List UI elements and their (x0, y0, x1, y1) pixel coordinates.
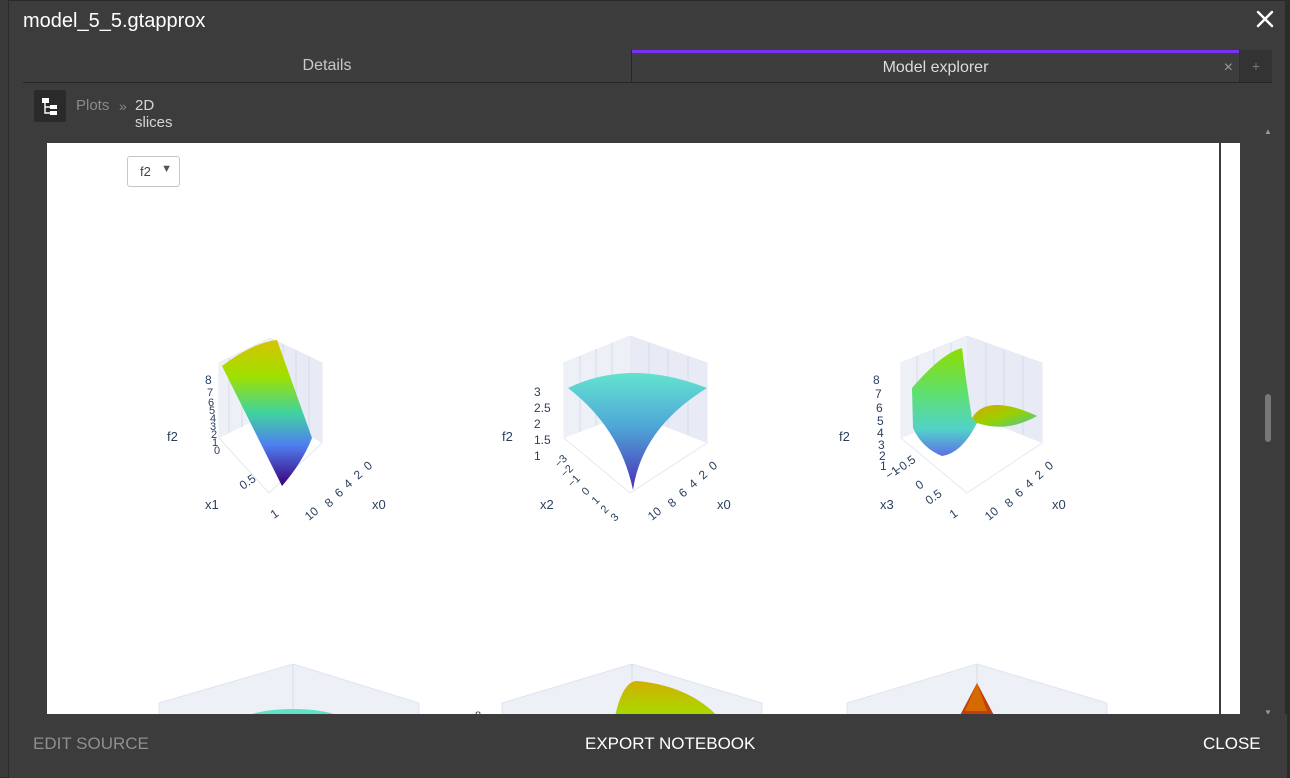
p1-xtick: 10 (302, 504, 321, 524)
p3-ytick: 1 (947, 506, 961, 521)
close-icon[interactable] (1253, 7, 1277, 31)
p1-ylabel: x1 (205, 497, 219, 512)
plot-area: f2 ▼ 8 7 6 5 4 3 2 1 0 f2 x1 0.5 1 10 8 … (47, 143, 1219, 714)
tab-model-explorer[interactable]: Model explorer × (632, 50, 1239, 82)
scroll-up-icon[interactable]: ▲ (1264, 127, 1272, 136)
p1-xtick: 4 (341, 476, 355, 491)
p3-xtick: 6 (1012, 485, 1026, 500)
p2-ytick: 0 (580, 485, 593, 498)
p2-ylabel: x2 (540, 497, 554, 512)
p3-ylabel: x3 (880, 497, 894, 512)
vertical-scrollbar[interactable]: ▲ ▼ (1264, 127, 1274, 717)
p2-ztick: 3 (534, 385, 541, 399)
p3-ytick: 0 (913, 477, 927, 492)
surface-plot-3[interactable]: 8 7 6 5 4 3 2 1 f2 x3 −1 −0.5 0 0.5 1 10… (837, 328, 1097, 528)
p1-xtick: 6 (332, 485, 346, 500)
p1-ztick: 8 (205, 373, 212, 387)
p1-xtick: 0 (361, 458, 375, 473)
dropdown-arrow-icon: ▼ (161, 163, 172, 175)
tab-bar: Details Model explorer × + (23, 50, 1272, 83)
p3-xtick: 0 (1042, 458, 1056, 473)
surface-plot-2[interactable]: 3 2.5 2 1.5 1 f2 x2 −3 −2 −1 0 1 2 3 10 … (492, 328, 752, 528)
p2-xtick: 4 (686, 476, 700, 491)
p2-xtick: 2 (696, 467, 710, 482)
output-selector[interactable]: f2 ▼ (127, 156, 180, 187)
surface-plot-1[interactable]: 8 7 6 5 4 3 2 1 0 f2 x1 0.5 1 10 8 6 4 2… (147, 328, 407, 528)
p2-ztick: 2.5 (534, 401, 551, 415)
p2-xtick: 10 (645, 504, 664, 524)
p3-ztick: 8 (873, 373, 880, 387)
dialog-footer: EDIT SOURCE EXPORT NOTEBOOK CLOSE (9, 714, 1287, 778)
tab-close-icon[interactable]: × (1224, 53, 1233, 82)
p3-xtick: 2 (1032, 467, 1046, 482)
surface-plot-4-partial[interactable] (155, 661, 435, 714)
model-dialog: model_5_5.gtapprox Details Model explore… (8, 0, 1287, 778)
tree-icon (42, 98, 57, 115)
p3-xtick: 4 (1022, 476, 1036, 491)
plot-area-edge (1219, 143, 1240, 714)
background-window-edge (0, 0, 8, 777)
tab-details[interactable]: Details (23, 50, 632, 82)
p3-xtick: 8 (1002, 495, 1016, 510)
dialog-title: model_5_5.gtapprox (23, 10, 206, 32)
scrollbar-thumb[interactable] (1265, 394, 1271, 442)
export-notebook-button[interactable]: EXPORT NOTEBOOK (585, 734, 755, 754)
tab-details-label: Details (302, 57, 352, 74)
p3-ytick: 0.5 (923, 486, 945, 507)
breadcrumb-plots[interactable]: Plots (76, 97, 109, 114)
add-tab-button[interactable]: + (1240, 50, 1272, 82)
p2-xtick: 6 (676, 485, 690, 500)
close-button[interactable]: CLOSE (1203, 734, 1261, 754)
p1-xtick: 8 (322, 495, 336, 510)
tree-view-button[interactable] (34, 90, 66, 122)
p1-xtick: 2 (351, 467, 365, 482)
surface-plot-6-partial[interactable] (837, 661, 1117, 714)
p1-ytick: 1 (268, 506, 282, 521)
p3-zlabel: f2 (839, 429, 850, 444)
p3-ztick: 6 (876, 401, 883, 415)
tab-model-explorer-label: Model explorer (882, 59, 989, 76)
p2-xtick: 8 (665, 495, 679, 510)
p3-xlabel: x0 (1052, 497, 1066, 512)
surface-plot-5-partial[interactable]: 8 (472, 661, 772, 714)
p2-xlabel: x0 (717, 497, 731, 512)
p2-ztick: 2 (534, 417, 541, 431)
p1-xlabel: x0 (372, 497, 386, 512)
p2-ztick: 1 (534, 449, 541, 463)
p3-ztick: 7 (875, 387, 882, 401)
output-selector-value: f2 (140, 164, 151, 179)
p1-zlabel: f2 (167, 429, 178, 444)
breadcrumb-separator: » (119, 98, 127, 114)
p3-xtick: 10 (982, 504, 1001, 524)
p2-ztick: 1.5 (534, 433, 551, 447)
p2-zlabel: f2 (502, 429, 513, 444)
p2-xtick: 0 (706, 458, 720, 473)
breadcrumb-current: 2D slices (135, 97, 173, 131)
p1-ztick: 0 (214, 445, 220, 457)
edit-source-button[interactable]: EDIT SOURCE (33, 734, 149, 754)
p2-ytick: 3 (609, 511, 622, 524)
